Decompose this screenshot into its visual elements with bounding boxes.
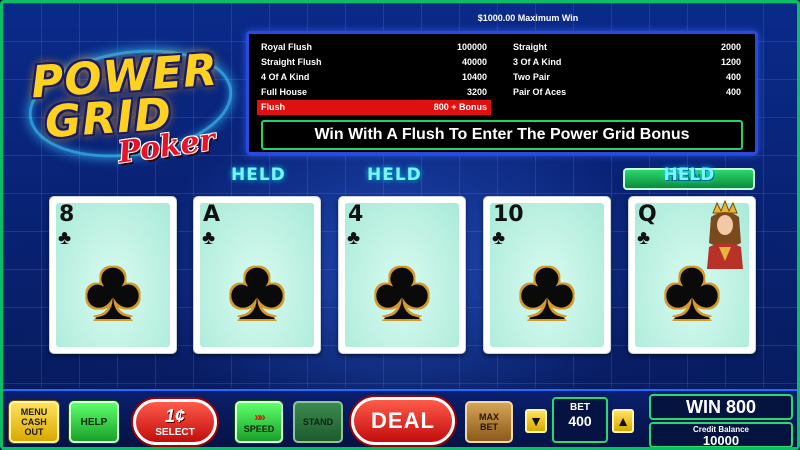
club-icon: ♣ <box>202 227 216 249</box>
hand-pay: 400 <box>725 72 741 82</box>
help-label: HELP <box>80 416 108 428</box>
paytable-row: Straight Flush 40000 <box>257 55 491 70</box>
coin-select-button[interactable]: 1¢ SELECT <box>133 399 217 445</box>
bet-title: BET <box>570 402 590 413</box>
club-icon: ♣ <box>492 227 506 249</box>
club-icon: ♣ <box>518 242 576 338</box>
hand-pay: 1200 <box>720 57 741 67</box>
card-rank: 4 <box>348 202 364 227</box>
plan-button[interactable]: PLA NS HELD <box>623 165 755 190</box>
paytable-left-column: Royal Flush 100000 Straight Flush 40000 4 … <box>257 40 491 115</box>
card-rank: 8 <box>59 202 75 227</box>
hand-pay: 3200 <box>466 87 487 97</box>
stand-label: STAND <box>302 417 334 427</box>
paytable-row: Pair Of Aces 400 <box>509 85 745 100</box>
bet-label: BET <box>480 422 498 432</box>
club-icon: ♣ <box>58 227 72 249</box>
hand-name: Flush <box>261 102 285 112</box>
paytable-row: Full House 3200 <box>257 85 491 100</box>
paytable: Royal Flush 100000 Straight Flush 40000 4 … <box>246 31 758 155</box>
stand-button[interactable]: STAND <box>293 401 343 443</box>
win-display: WIN 800 <box>649 394 793 420</box>
hand-pay: 800 + Bonus <box>433 102 487 112</box>
hand-name: Royal Flush <box>261 42 313 52</box>
hand-name: Pair Of Aces <box>513 87 567 97</box>
club-icon: ♣ <box>637 227 651 249</box>
club-icon: ♣ <box>373 242 431 338</box>
card-5[interactable]: Q ♣ ♣ <box>628 196 756 354</box>
card-rank: Q <box>638 202 657 227</box>
held-label-card-5: HELD <box>663 165 715 185</box>
coin-denomination: 1¢ <box>164 406 186 426</box>
out-label: OUT <box>24 427 44 437</box>
speed-button[interactable]: »» SPEED <box>235 401 283 443</box>
held-label-card-2: HELD <box>231 165 286 185</box>
max-bet-button[interactable]: MAX BET <box>465 401 513 443</box>
max-win-label: $1000.00 Maximum Win <box>477 13 579 23</box>
bet-display: BET 400 <box>552 397 608 443</box>
hand-name: 4 Of A Kind <box>261 72 310 82</box>
speed-arrows-icon: »» <box>254 410 265 424</box>
paytable-row: Two Pair 400 <box>509 70 745 85</box>
hand-name: Full House <box>261 87 308 97</box>
card-4[interactable]: 10 ♣ ♣ <box>483 196 611 354</box>
deal-label: DEAL <box>371 408 435 433</box>
select-label: SELECT <box>155 427 195 438</box>
held-label-card-3: HELD <box>367 165 422 185</box>
hand-pay: 10400 <box>461 72 487 82</box>
credit-value: 10000 <box>702 433 740 448</box>
club-icon: ♣ <box>663 242 721 338</box>
card-rank: A <box>203 202 221 227</box>
paytable-row: Royal Flush 100000 <box>257 40 491 55</box>
club-icon: ♣ <box>84 242 142 338</box>
credit-balance-display: Credit Balance 10000 <box>649 422 793 448</box>
bet-up-arrow-icon[interactable]: ▲ <box>612 409 634 433</box>
card-2[interactable]: A ♣ ♣ <box>193 196 321 354</box>
speed-label: SPEED <box>243 424 275 434</box>
bonus-banner: Win With A Flush To Enter The Power Grid… <box>261 120 743 150</box>
card-3[interactable]: 4 ♣ ♣ <box>338 196 466 354</box>
card-1[interactable]: 8 ♣ ♣ <box>49 196 177 354</box>
hand-pay: 400 <box>725 87 741 97</box>
paytable-row: 4 Of A Kind 10400 <box>257 70 491 85</box>
menu-label: MENU <box>20 407 48 417</box>
hand-pay: 100000 <box>456 42 487 52</box>
menu-cash-out-button[interactable]: MENU CASH OUT <box>9 401 59 443</box>
hand-pay: 2000 <box>720 42 741 52</box>
paytable-row: 3 Of A Kind 1200 <box>509 55 745 70</box>
hand-name: 3 Of A Kind <box>513 57 562 67</box>
paytable-right-column: Straight 2000 3 Of A Kind 1200 Two Pair 400… <box>509 40 745 100</box>
club-icon: ♣ <box>228 242 286 338</box>
paytable-row-active: Flush 800 + Bonus <box>257 100 491 115</box>
max-label: MAX <box>479 412 499 422</box>
deal-button[interactable]: DEAL <box>351 397 455 445</box>
game-stage: $1000.00 Maximum Win POWER GRID Poker Ro… <box>0 0 800 450</box>
cash-label: CASH <box>21 417 47 427</box>
club-icon: ♣ <box>347 227 361 249</box>
power-grid-poker-logo: POWER GRID Poker <box>21 37 240 171</box>
hand-name: Two Pair <box>513 72 550 82</box>
bet-down-arrow-icon[interactable]: ▼ <box>525 409 547 433</box>
hand-name: Straight Flush <box>261 57 322 67</box>
card-rank: 10 <box>493 202 524 227</box>
hand-name: Straight <box>513 42 548 52</box>
paytable-row: Straight 2000 <box>509 40 745 55</box>
help-button[interactable]: HELP <box>69 401 119 443</box>
hand-pay: 40000 <box>461 57 487 67</box>
bet-value: 400 <box>568 413 592 429</box>
